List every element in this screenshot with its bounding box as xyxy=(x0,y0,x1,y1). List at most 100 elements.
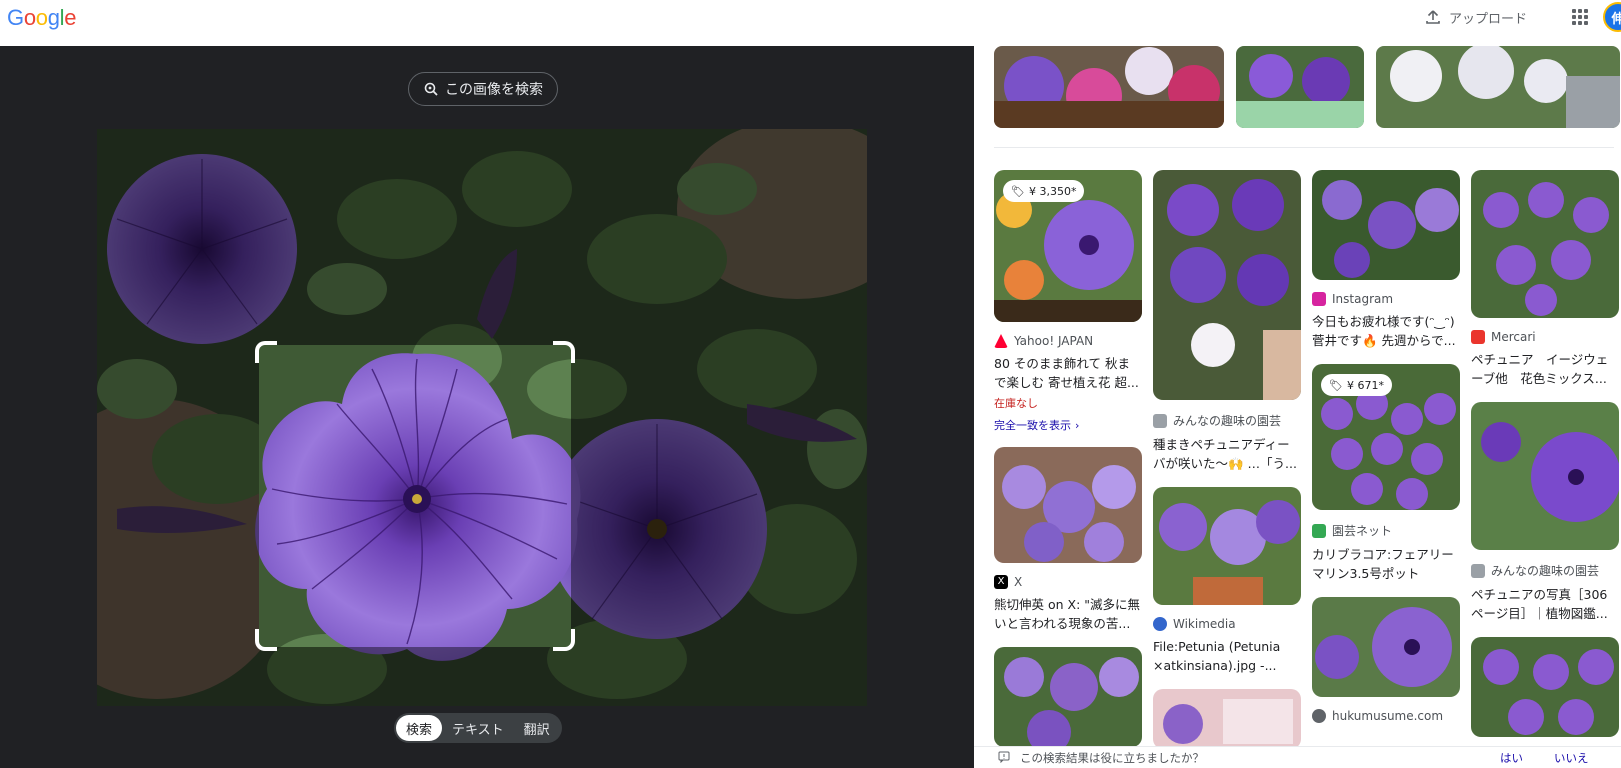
source-name: Instagram xyxy=(1332,292,1394,306)
tag-icon: 🏷 xyxy=(1011,184,1025,198)
result-thumbnail[interactable] xyxy=(1153,487,1301,605)
result-thumbnail[interactable] xyxy=(1471,402,1619,550)
upload-icon xyxy=(1426,10,1440,24)
source[interactable]: みんなの趣味の園芸 xyxy=(1153,412,1301,429)
result-card: XX 熊切伸英 on X: "滅多に無いと言われる現象の苦... xyxy=(994,447,1142,633)
result-card: 🏷 ¥ 671* 園芸ネット カリブラコア:フェアリーマリン3.5号ポット xyxy=(1312,364,1460,583)
results-column: Instagram 今日もお疲れ様です(ᵔ‿ᵔ) 菅井です🔥 先週からで... … xyxy=(1312,170,1460,737)
google-logo[interactable]: Google xyxy=(7,5,76,31)
crop-handle-top-right[interactable] xyxy=(553,341,575,363)
result-card: みんなの趣味の園芸 ペチュニアの写真［306ページ目］｜植物図鑑... xyxy=(1471,402,1619,623)
source[interactable]: Yahoo! JAPAN xyxy=(994,334,1142,348)
related-image[interactable] xyxy=(1376,46,1620,128)
result-card xyxy=(994,647,1142,746)
upload-button[interactable]: アップロード xyxy=(1425,6,1527,28)
source[interactable]: Mercari xyxy=(1471,330,1619,344)
result-thumbnail[interactable] xyxy=(994,647,1142,746)
x-icon: X xyxy=(994,575,1008,589)
stock-status: 在庫なし xyxy=(994,397,1038,410)
apps-grid-icon[interactable] xyxy=(1572,9,1588,25)
search-this-image-label: この画像を検索 xyxy=(445,82,543,98)
exact-match-link[interactable]: 完全一致を表示 › xyxy=(994,417,1142,433)
chevron-right-icon: › xyxy=(1075,418,1080,432)
tab-search[interactable]: 検索 xyxy=(396,715,443,741)
crop-handle-top-left[interactable] xyxy=(255,341,277,363)
result-thumbnail[interactable]: 🏷 ¥ 3,350* xyxy=(994,170,1142,322)
exact-match-label: 完全一致を表示 xyxy=(994,419,1071,432)
results-column: みんなの趣味の園芸 種まきペチュニアディーバが咲いた〜🙌 …「う... Wiki… xyxy=(1153,170,1301,746)
minna-no-engei-icon xyxy=(1153,413,1167,428)
results-column: Mercari ペチュニア イージウェーブ他 花色ミックス... みんなの趣味の… xyxy=(1471,170,1619,746)
result-title[interactable]: File:Petunia (Petunia ×atkinsiana).jpg -… xyxy=(1153,637,1301,675)
source[interactable]: みんなの趣味の園芸 xyxy=(1471,562,1619,579)
source-name: みんなの趣味の園芸 xyxy=(1491,564,1600,578)
result-card: Instagram 今日もお疲れ様です(ᵔ‿ᵔ) 菅井です🔥 先週からで... xyxy=(1312,170,1460,350)
result-thumbnail[interactable] xyxy=(994,447,1142,563)
feedback-yes-button[interactable]: はい xyxy=(1500,750,1523,766)
result-title[interactable]: 種まきペチュニアディーバが咲いた〜🙌 …「う... xyxy=(1153,435,1301,473)
crop-selection[interactable] xyxy=(259,345,571,647)
result-card: Mercari ペチュニア イージウェーブ他 花色ミックス... xyxy=(1471,170,1619,388)
result-title[interactable]: ペチュニア イージウェーブ他 花色ミックス... xyxy=(1471,350,1619,388)
result-card: hukumusume.com xyxy=(1312,597,1460,723)
result-thumbnail[interactable] xyxy=(1471,170,1619,318)
related-image[interactable] xyxy=(1236,46,1364,128)
source-name: X xyxy=(1014,575,1023,589)
source-name: みんなの趣味の園芸 xyxy=(1173,414,1282,428)
query-photo[interactable] xyxy=(97,129,867,706)
source[interactable]: XX xyxy=(994,575,1142,589)
avatar-initial: 伸 xyxy=(1611,11,1621,27)
result-card: 🏷 ¥ 3,350* Yahoo! JAPAN 80 そのまま飾れて 秋まで楽しむ… xyxy=(994,170,1142,433)
source-name: Yahoo! JAPAN xyxy=(1014,334,1094,348)
upload-label: アップロード xyxy=(1449,11,1528,27)
result-thumbnail[interactable]: 🏷 ¥ 671* xyxy=(1312,364,1460,510)
top-bar: Google アップロード 伸 xyxy=(0,0,1621,46)
result-thumbnail[interactable] xyxy=(1153,689,1301,746)
result-title[interactable]: カリブラコア:フェアリーマリン3.5号ポット xyxy=(1312,545,1460,583)
logo-letter: g xyxy=(47,5,60,30)
result-title[interactable]: 80 そのまま飾れて 秋まで楽しむ 寄せ植え花 超... xyxy=(994,354,1142,392)
tag-icon: 🏷 xyxy=(1329,378,1343,392)
crop-handle-bottom-left[interactable] xyxy=(255,629,277,651)
logo-letter: e xyxy=(64,5,77,30)
instagram-icon xyxy=(1312,292,1326,306)
result-thumbnail[interactable] xyxy=(1312,597,1460,697)
results-panel: 🏷 ¥ 3,350* Yahoo! JAPAN 80 そのまま飾れて 秋まで楽しむ… xyxy=(974,46,1621,746)
result-thumbnail[interactable] xyxy=(1153,170,1301,400)
yahoo-icon xyxy=(994,334,1008,348)
feedback-no-button[interactable]: いいえ xyxy=(1554,750,1589,766)
result-thumbnail[interactable] xyxy=(1312,170,1460,280)
price-value: ¥ 3,350* xyxy=(1028,184,1077,198)
divider xyxy=(994,147,1614,148)
lens-icon xyxy=(424,82,438,96)
source-name: Mercari xyxy=(1491,330,1536,344)
source-name: 園芸ネット xyxy=(1332,524,1393,538)
tab-translate[interactable]: 翻訳 xyxy=(514,715,560,741)
source-name: hukumusume.com xyxy=(1332,709,1444,723)
result-card xyxy=(1471,637,1619,737)
source[interactable]: Instagram xyxy=(1312,292,1460,306)
price-badge: 🏷 ¥ 671* xyxy=(1321,374,1392,396)
avatar[interactable]: 伸 xyxy=(1603,2,1621,32)
result-title[interactable]: 熊切伸英 on X: "滅多に無いと言われる現象の苦... xyxy=(994,595,1142,633)
result-thumbnail[interactable] xyxy=(1471,637,1619,737)
source[interactable]: Wikimedia xyxy=(1153,617,1301,631)
result-card: Wikimedia File:Petunia (Petunia ×atkinsi… xyxy=(1153,487,1301,675)
wikimedia-icon xyxy=(1153,617,1167,631)
source[interactable]: 園芸ネット xyxy=(1312,522,1460,539)
source[interactable]: hukumusume.com xyxy=(1312,709,1460,723)
search-this-image-button[interactable]: この画像を検索 xyxy=(408,72,558,106)
result-title[interactable]: 今日もお疲れ様です(ᵔ‿ᵔ) 菅井です🔥 先週からで... xyxy=(1312,312,1460,350)
feedback-question: この検索結果は役に立ちましたか？ xyxy=(1020,751,1204,765)
engei-net-icon xyxy=(1312,523,1326,538)
tab-text[interactable]: テキスト xyxy=(442,715,514,741)
related-image[interactable] xyxy=(994,46,1224,128)
minna-no-engei-icon xyxy=(1471,563,1485,578)
mercari-icon xyxy=(1471,330,1485,344)
result-card: みんなの趣味の園芸 種まきペチュニアディーバが咲いた〜🙌 …「う... xyxy=(1153,170,1301,473)
lens-mode-tabs: 検索 テキスト 翻訳 xyxy=(394,713,562,743)
crop-handle-bottom-right[interactable] xyxy=(553,629,575,651)
result-title[interactable]: ペチュニアの写真［306ページ目］｜植物図鑑... xyxy=(1471,585,1619,623)
feedback-bar: この検索結果は役に立ちましたか？ はい いいえ xyxy=(974,746,1621,768)
logo-letter: G xyxy=(7,5,24,30)
